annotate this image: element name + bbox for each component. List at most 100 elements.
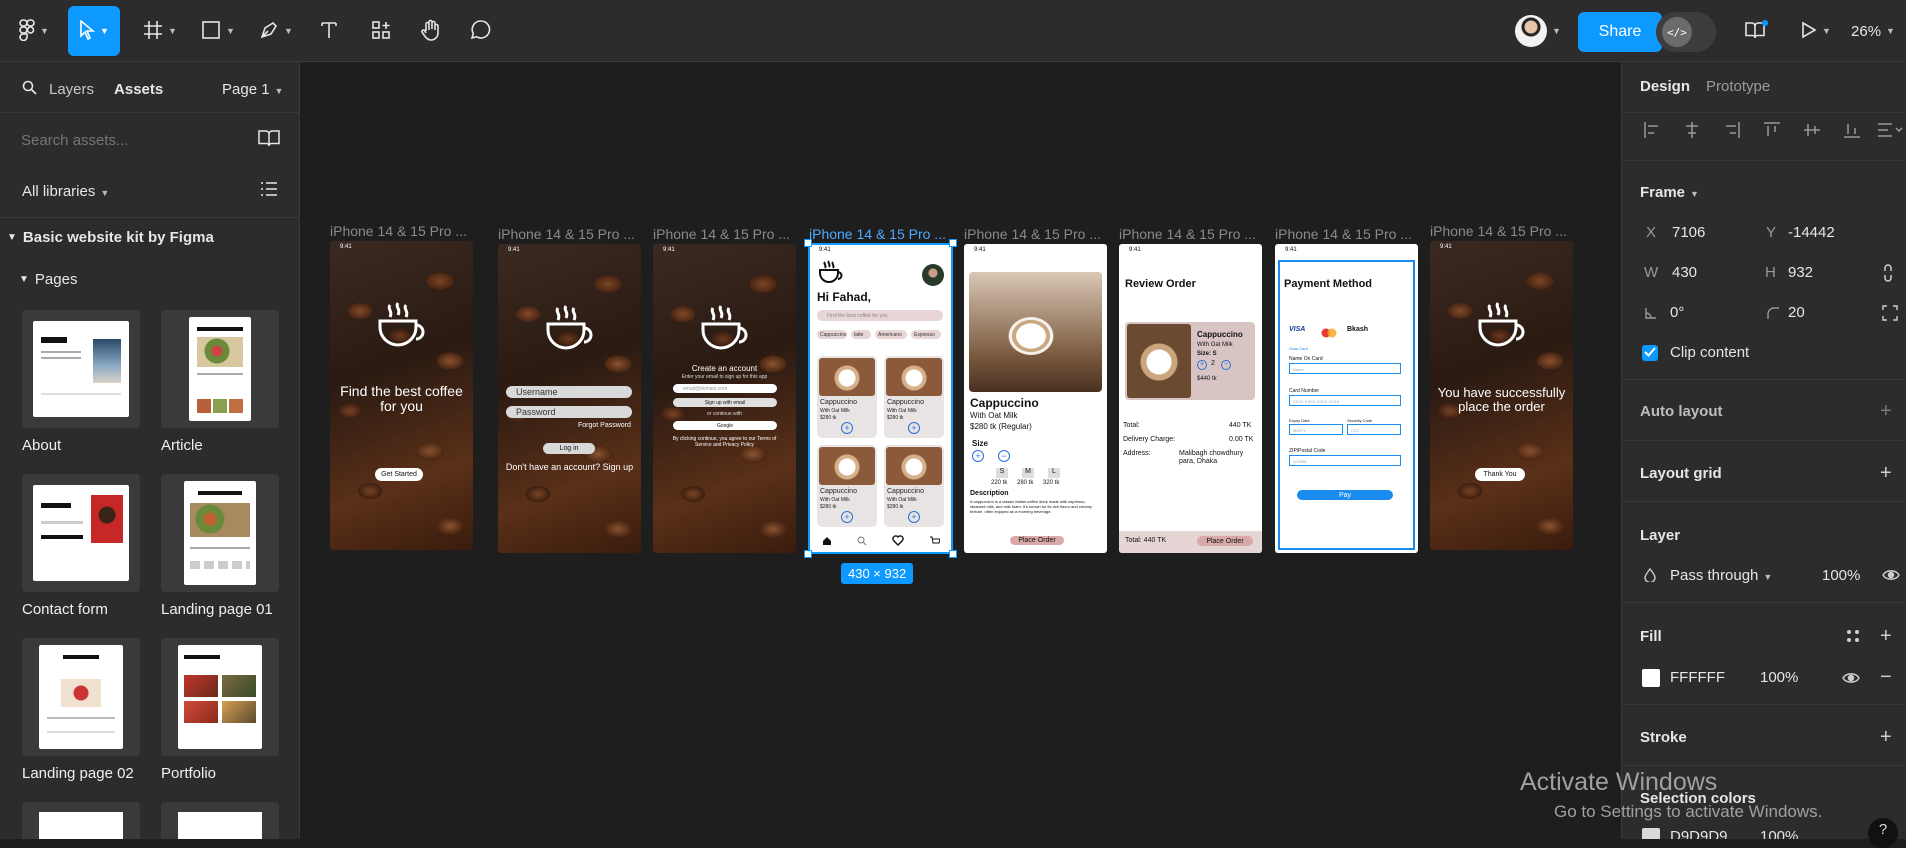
eye-icon[interactable] [1842,671,1860,690]
y-input[interactable]: -14442 [1788,224,1835,241]
increase-button[interactable]: + [972,450,984,462]
selection-color-swatch[interactable] [1642,828,1660,839]
frame-product-detail[interactable]: 9:41 Cappuccino With Oat Milk $280 tk (R… [964,244,1107,553]
frame-section-header[interactable]: Frame ▼ [1640,184,1699,201]
place-order-button[interactable]: Place Order [1010,536,1064,545]
frame-label[interactable]: iPhone 14 & 15 Pro ... [1275,226,1412,242]
library-header[interactable]: ▼ Basic website kit by Figma [0,222,299,252]
main-menu-button[interactable]: ▼ [14,6,54,56]
list-view-icon[interactable] [260,181,278,201]
height-input[interactable]: 932 [1788,264,1813,281]
search-icon[interactable] [22,80,37,99]
mastercard-icon[interactable] [1321,325,1337,343]
security-code-input[interactable]: CVV [1347,424,1401,435]
size-option[interactable]: L [1048,468,1060,478]
eye-icon[interactable] [1882,568,1900,587]
style-grid-icon[interactable] [1846,629,1860,648]
page-selector[interactable]: Page 1 ▼ [222,81,283,98]
present-button[interactable]: ▼ [1796,6,1836,56]
shape-tool-button[interactable]: ▼ [196,6,240,56]
pay-button[interactable]: Pay [1297,490,1393,500]
width-input[interactable]: 430 [1672,264,1697,281]
align-vertical-center-icon[interactable] [1802,120,1822,140]
frame-review-order[interactable]: 9:41 Review Order Cappuccino With Oat Mi… [1119,244,1262,553]
asset-thumbnail-landing-page-01[interactable] [161,474,279,592]
distribute-icon[interactable] [1876,120,1904,140]
signup-email-button[interactable]: Sign up with email [673,398,777,407]
forgot-password-link[interactable]: Forgot Password [578,422,631,429]
password-field[interactable]: Password [506,406,632,418]
frame-label[interactable]: iPhone 14 & 15 Pro ... [653,226,790,242]
login-button[interactable]: Log in [543,443,595,454]
size-option[interactable]: S [996,468,1008,478]
resize-handle[interactable] [804,550,812,558]
selection-color-opacity[interactable]: 100% [1760,828,1798,839]
all-libraries-dropdown[interactable]: All libraries ▼ [22,183,109,200]
add-layout-grid-icon[interactable]: + [1880,463,1892,483]
add-fill-icon[interactable]: + [1880,626,1892,646]
align-horizontal-center-icon[interactable] [1682,120,1702,140]
resize-handle[interactable] [949,239,957,247]
asset-thumbnail[interactable] [161,802,279,839]
user-avatar-button[interactable]: ▼ [1508,6,1568,56]
search-assets-input[interactable] [21,131,221,149]
resources-button[interactable] [366,6,396,56]
text-tool-button[interactable] [314,6,344,56]
open-book-icon[interactable] [258,129,280,151]
get-started-button[interactable]: Get Started [375,468,423,481]
name-on-card-input[interactable]: Name [1289,363,1401,374]
remove-fill-icon[interactable]: − [1880,667,1892,687]
asset-thumbnail-about[interactable] [22,310,140,428]
x-input[interactable]: 7106 [1672,224,1705,241]
share-button[interactable]: Share [1578,12,1662,52]
asset-thumbnail-portfolio[interactable] [161,638,279,756]
tab-assets[interactable]: Assets [114,81,163,98]
layer-opacity-input[interactable]: 100% [1822,567,1860,584]
resize-handle[interactable] [949,550,957,558]
zoom-menu[interactable]: 26% ▼ [1844,6,1902,56]
add-stroke-icon[interactable]: + [1880,727,1892,747]
visa-option[interactable]: VISA [1289,326,1305,333]
decrease-button[interactable]: − [1221,360,1231,370]
selection-color-hex[interactable]: D9D9D9 [1670,828,1728,839]
size-option[interactable]: M [1022,468,1034,478]
frame-welcome[interactable]: 9:41 Find the best coffee for you Get St… [330,241,473,550]
asset-thumbnail[interactable] [22,802,140,839]
bkash-option[interactable]: Bkash [1347,326,1368,333]
add-auto-layout-icon[interactable]: + [1880,401,1892,421]
zip-input[interactable]: 123456 [1289,455,1401,466]
email-field[interactable]: email@domain.com [673,384,777,393]
expiry-input[interactable]: MM/YY [1289,424,1343,435]
frame-label-selected[interactable]: iPhone 14 & 15 Pro ... [809,226,946,242]
fill-color-swatch[interactable] [1642,669,1660,687]
library-button[interactable] [1740,6,1770,56]
fill-opacity-input[interactable]: 100% [1760,669,1798,686]
frame-label[interactable]: iPhone 14 & 15 Pro ... [330,223,467,239]
tab-prototype[interactable]: Prototype [1706,78,1770,95]
canvas[interactable]: iPhone 14 & 15 Pro ... iPhone 14 & 15 Pr… [300,62,1621,839]
pen-tool-button[interactable]: ▼ [254,6,298,56]
frame-order-success[interactable]: 9:41 You have successfully place the ord… [1430,241,1573,550]
asset-thumbnail-article[interactable] [161,310,279,428]
align-bottom-icon[interactable] [1842,120,1862,140]
corner-radius-input[interactable]: 20 [1788,304,1805,321]
blend-mode-dropdown[interactable]: Pass through ▼ [1670,567,1772,584]
independent-corners-icon[interactable] [1882,305,1898,326]
pages-group-header[interactable]: ▼ Pages [0,265,299,293]
dev-mode-toggle[interactable]: </> [1656,12,1716,52]
decrease-button[interactable]: − [998,450,1010,462]
tab-layers[interactable]: Layers [49,81,94,98]
asset-thumbnail-landing-page-02[interactable] [22,638,140,756]
google-button[interactable]: Google [673,421,777,430]
comment-tool-button[interactable] [466,6,496,56]
frame-tool-button[interactable]: ▼ [138,6,182,56]
help-button[interactable]: ? [1868,818,1898,848]
align-left-icon[interactable] [1642,120,1662,140]
frame-label[interactable]: iPhone 14 & 15 Pro ... [1430,223,1567,239]
fill-hex-input[interactable]: FFFFFF [1670,669,1725,686]
align-top-icon[interactable] [1762,120,1782,140]
hand-tool-button[interactable] [416,6,446,56]
username-field[interactable]: Username [506,386,632,398]
align-right-icon[interactable] [1722,120,1742,140]
card-number-input[interactable]: XXXX XXXX XXXX XXXX [1289,395,1401,406]
